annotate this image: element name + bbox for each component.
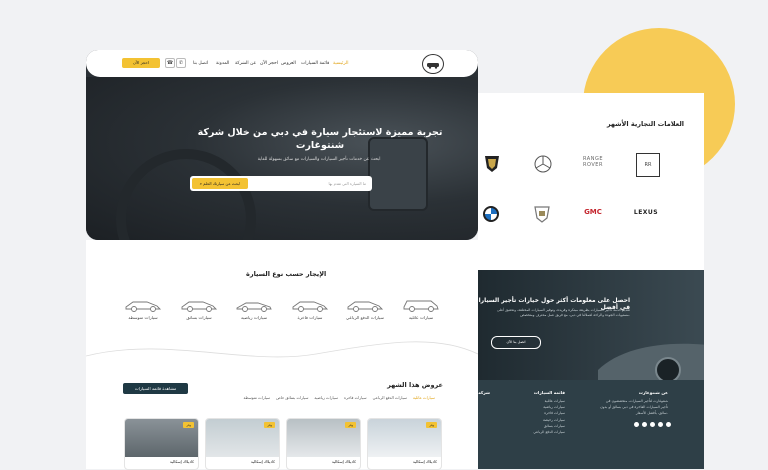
search-button-label: ابحث عن سيارتك الحلم [203,181,241,186]
lexus-logo[interactable]: LEXUS [628,209,664,216]
search-button[interactable]: ⌕ ابحث عن سيارتك الحلم [192,178,248,189]
tab-luxury[interactable]: سيارات فاخرة [344,395,367,400]
nav-about[interactable]: عن الشركة [235,61,256,66]
offers-tabs: سيارات عائلية سيارات الدفع الرباعي سيارا… [243,395,435,400]
tab-sports[interactable]: سيارات رياضية [314,395,338,400]
whatsapp-icon[interactable]: ✆ [176,58,186,68]
contact-us-button[interactable]: اتصل بنا الآن [491,336,541,349]
info-text: تقديم خدمة تأجير السيارات بطريقة مبتكرة … [497,308,630,318]
offers-title: عروض هذا الشهر [387,381,443,389]
nav-book[interactable]: احجز الآن [260,61,278,66]
hero-subtitle: ابحث عن خدمات تأجير السيارات والسيارات م… [257,157,381,162]
brands-title: العلامات التجارية الأشهر [606,120,684,128]
info-banner [478,270,704,380]
offer-car-name: كاديلاك إسكاليد [250,459,275,464]
footer-link[interactable]: سيارات الدفع الرباعي [515,429,565,435]
gmc-logo[interactable]: GMC [578,208,608,216]
car-type-chauffeur[interactable]: سيارات بسائق [179,296,219,320]
nav-blog[interactable]: المدونة [216,61,229,66]
car-icon [292,301,329,312]
car-type-label: سيارات بسائق [186,315,212,320]
car-type-family[interactable]: سيارات عائلية [401,296,441,320]
offer-card[interactable]: وفر كاديلاك إسكاليد [367,418,442,470]
nav-contact[interactable]: اتصل بنا [193,61,208,66]
car-types-title: الإيجار حسب نوع السيارة [246,270,327,278]
car-icon [181,301,218,312]
offer-card[interactable]: وفر كاديلاك إسكاليد [205,418,280,470]
view-car-list-button[interactable]: مشاهدة قائمة السيارات [123,383,188,394]
offer-card[interactable]: وفر كاديلاك إسكاليد [286,418,361,470]
car-photo: وفر [206,419,279,457]
car-type-midsize[interactable]: سيارات متوسطة [123,296,163,320]
car-type-label: سيارات فاخرة [297,315,323,320]
tab-midsize[interactable]: سيارات متوسطة [243,395,270,400]
offer-car-name: كاديلاك إسكاليد [412,459,437,464]
top-navbar: احجز الآن ☎ ✆ اتصل بنا المدونة عن الشركة… [86,50,478,77]
car-silhouette-icon [598,343,704,380]
book-now-button[interactable]: احجز الآن [122,58,160,68]
offer-badge: وفر [345,422,356,428]
nav-offers[interactable]: العروض [281,61,296,66]
bmw-logo-icon[interactable] [482,205,500,223]
offer-card[interactable]: وفر كاديلاك إسكاليد [124,418,199,470]
offer-car-name: كاديلاك إسكاليد [331,459,356,464]
cadillac-logo-icon[interactable] [533,204,551,224]
lamborghini-logo-icon[interactable] [484,154,500,174]
info-card: احصل على معلومات أكثر حول خيارات تأجير ا… [478,270,704,469]
brands-card: العلامات التجارية الأشهر RR RANGE ROVER … [478,93,704,270]
car-icon [347,301,384,312]
footer-car-list: سيارات عائلية سيارات رياضية سيارات فاخرة… [515,398,565,435]
car-type-sports[interactable]: سيارات رياضية [234,296,274,320]
nav-home[interactable]: الرئيسية [333,61,349,66]
wave-divider [86,341,478,358]
footer-about-text: شنتوغارت لتأجير السيارات، متخصصون في تأج… [600,399,668,416]
car-icon [403,300,439,312]
tab-suv[interactable]: سيارات الدفع الرباعي [373,395,407,400]
mercedes-logo-icon[interactable] [533,154,553,174]
hero-title: تجربة مميزة لاستئجار سيارة في دبي من خلا… [197,127,443,151]
car-type-luxury[interactable]: سيارات فاخرة [290,296,330,320]
car-type-label: سيارات رياضية [240,315,268,320]
phone-icon[interactable]: ☎ [165,58,175,68]
car-icon [236,302,272,312]
offer-car-name: كاديلاك إسكاليد [169,459,194,464]
car-photo: وفر [368,419,441,457]
car-type-label: سيارات الدفع الرباعي [346,315,384,320]
car-type-suv[interactable]: سيارات الدفع الرباعي [345,296,385,320]
tab-chauffeur[interactable]: سيارات بسائق خاص [276,395,308,400]
youtube-icon[interactable] [666,422,671,427]
range-rover-logo[interactable]: RANGE ROVER [576,156,610,168]
snapchat-icon[interactable] [658,422,663,427]
nav-car-list[interactable]: قائمة السيارات [301,61,329,66]
facebook-icon[interactable] [634,422,639,427]
car-type-label: سيارات عائلية [408,315,434,320]
offer-badge: وفر [183,422,194,428]
rolls-royce-logo-icon[interactable]: RR [636,153,660,177]
footer-company-title: شركة [478,390,490,395]
search-input[interactable]: ما السيارة التي تقدم بها [328,181,366,186]
footer-car-list-title: قائمة السيارات [533,390,565,395]
offer-badge: وفر [426,422,437,428]
footer-about-title: عن شنتوغارت [638,390,668,395]
car-icon [125,301,162,312]
car-photo: وفر [125,419,198,457]
twitter-icon[interactable] [642,422,647,427]
car-type-label: سيارات متوسطة [128,315,158,320]
offer-badge: وفر [264,422,275,428]
hero-card: احجز الآن ☎ ✆ اتصل بنا المدونة عن الشركة… [86,50,478,240]
logo-icon[interactable] [422,54,444,74]
social-links [634,422,671,427]
hero-search-bar: ⌕ ابحث عن سيارتك الحلم ما السيارة التي ت… [190,176,372,191]
main-section: الإيجار حسب نوع السيارة سيارات عائلية سي… [86,240,478,470]
tab-family[interactable]: سيارات عائلية [413,395,435,400]
car-photo: وفر [287,419,360,457]
instagram-icon[interactable] [650,422,655,427]
